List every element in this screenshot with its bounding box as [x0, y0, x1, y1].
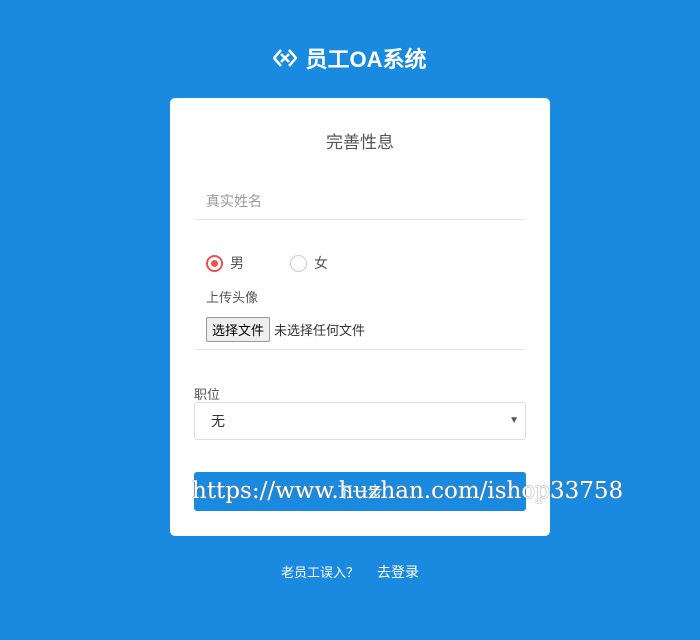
divider [195, 349, 525, 350]
login-link[interactable]: 去登录 [377, 562, 419, 582]
radio-label: 男 [230, 255, 244, 271]
radio-checked-icon [206, 254, 223, 272]
logo-icon [273, 49, 298, 67]
gender-radio-group: 男 女 [206, 253, 328, 273]
avatar-file-input: 选择文件 未选择任何文件 [206, 317, 365, 342]
gender-female-radio[interactable]: 女 [290, 253, 328, 273]
position-select[interactable]: 无 ▼ [194, 402, 526, 440]
next-step-button[interactable]: 下一步 [194, 472, 526, 511]
old-employee-prompt: 老员工误入？ [280, 565, 359, 580]
gender-male-radio[interactable]: 男 [206, 253, 244, 273]
file-status: 未选择任何文件 [274, 323, 366, 338]
radio-unchecked-icon [290, 254, 307, 272]
form-title: 完善性息 [326, 133, 394, 152]
choose-file-button[interactable]: 选择文件 [206, 317, 271, 342]
real-name-input[interactable] [195, 182, 525, 220]
brand-header: 员工OA系统 [0, 42, 700, 74]
profile-form-card: 完善性息 男 女 上传头像 选择文件 未选择任何文件 职位 无 ▼ 下一步 [170, 98, 550, 536]
position-value: 无 [211, 413, 225, 429]
caret-down-icon: ▼ [509, 415, 519, 426]
position-label: 职位 [194, 387, 221, 402]
radio-label: 女 [314, 255, 328, 271]
footer: 老员工误入？ 去登录 [0, 562, 700, 582]
app-title: 员工OA系统 [305, 47, 427, 72]
avatar-label: 上传头像 [206, 290, 259, 305]
